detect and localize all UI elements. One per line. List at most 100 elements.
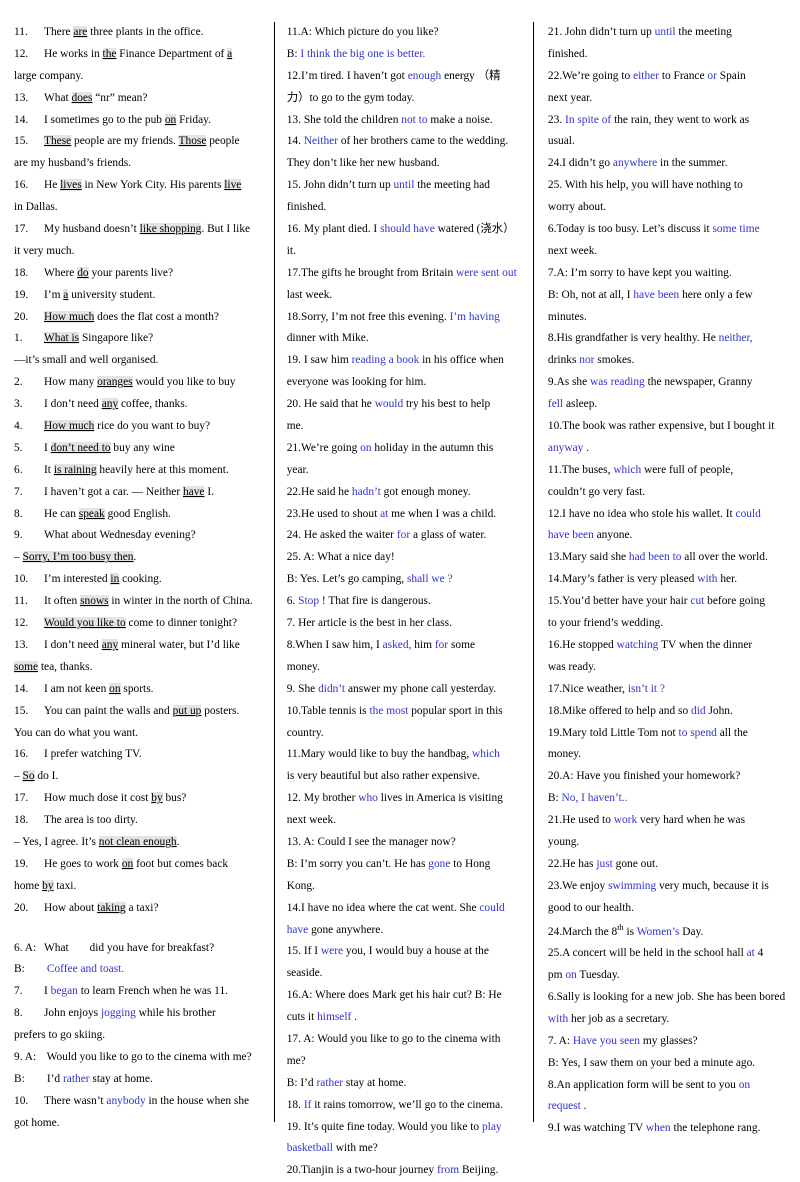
- answer-blue: cut: [690, 595, 705, 608]
- sentence-text: rice do you want to buy?: [94, 420, 211, 433]
- item-number: 20.: [286, 398, 301, 411]
- answer-line: 11.Mary would like to buy the handbag, w…: [287, 744, 521, 766]
- answer-line: is very beautiful but also rather expens…: [287, 766, 521, 788]
- answer-line: young.: [548, 832, 786, 854]
- answer-blue: who: [358, 792, 378, 805]
- sentence-text: young.: [547, 835, 580, 848]
- answer-line: 12. My brother who lives in America is v…: [287, 788, 521, 810]
- answer-line: 7. Her article is the best in her class.: [287, 613, 521, 635]
- sentence-text: He said he: [300, 485, 352, 498]
- answer-underlined: put up: [172, 704, 202, 717]
- answer-line: 7. I began to learn French when he was 11…: [14, 981, 262, 1003]
- sentence-text: the rain, they went to work as: [611, 113, 750, 126]
- sentence-text: country.: [286, 726, 324, 739]
- sentence-text: worry about.: [547, 201, 607, 214]
- sentence-text: next week.: [547, 244, 598, 257]
- answer-line: with her job as a secretary.: [548, 1009, 786, 1031]
- sentence-text: I’m sorry you can’t. He has: [297, 857, 429, 870]
- sentence-text: How much dose it cost: [44, 792, 152, 805]
- item-number: B:: [547, 288, 559, 301]
- answer-blue: In spite of: [562, 113, 612, 126]
- item-number: 23.: [286, 507, 301, 520]
- answer-line: good to our health.: [548, 898, 786, 920]
- sentence-text: posters.: [201, 704, 240, 717]
- answer-blue: until: [393, 179, 415, 192]
- sentence-text: .: [583, 441, 590, 454]
- sentence-text: Friday.: [176, 113, 211, 126]
- sentence-text: got home.: [14, 1116, 60, 1129]
- sentence-text: .: [176, 835, 180, 848]
- item-number: 10.: [14, 1094, 29, 1107]
- sentence-text: Singapore like?: [79, 332, 154, 345]
- sentence-text: A: Could I see the manager now?: [300, 835, 456, 848]
- answer-line: B: Coffee and toast.: [14, 959, 262, 981]
- sentence-text: I.: [204, 485, 214, 498]
- answer-line: 13. She told the children not to make a …: [287, 110, 521, 132]
- answer-blue: for: [396, 529, 411, 542]
- sentence-text: Mary told Little Tom not: [562, 726, 679, 739]
- answer-blue: Coffee and toast.: [44, 963, 125, 976]
- answer-line: B: I think the big one is better.: [287, 44, 521, 66]
- sentence-text: does the flat cost a month?: [94, 310, 219, 323]
- sentence-text: sports.: [120, 682, 154, 695]
- sentence-text: What: [44, 941, 69, 954]
- sentence-text: good English.: [104, 507, 171, 520]
- answer-line: next year.: [548, 88, 786, 110]
- answer-line: 14. I am not keen on sports.: [14, 679, 262, 701]
- sentence-text: I have no idea where the cat went. She: [300, 901, 480, 914]
- answer-underlined: are: [73, 26, 88, 38]
- sentence-text: My plant died. I: [300, 223, 381, 236]
- answer-line: They don’t like her new husband.: [287, 153, 521, 175]
- sentence-text: – Yes, I agree. It’s: [14, 835, 99, 848]
- column-divider-1: [273, 22, 275, 1122]
- item-number: B:: [286, 1076, 298, 1089]
- item-number: 24.: [547, 925, 563, 938]
- answer-line: 8.When I saw him, I asked, him for some: [287, 635, 521, 657]
- sentence-text: usual.: [547, 135, 575, 148]
- item-number: 8.: [14, 507, 23, 520]
- sentence-text: would you like to buy: [132, 376, 236, 389]
- item-number: 11.: [14, 595, 28, 608]
- sentence-text: I’d: [297, 1076, 317, 1089]
- sentence-text: finished.: [286, 201, 327, 214]
- sentence-text: with me?: [332, 1142, 378, 1155]
- answer-blue: didn’t: [318, 682, 346, 695]
- answer-blue: isn’t it ?: [627, 682, 665, 695]
- sentence-text: He: [44, 179, 61, 192]
- sentence-text: What about Wednesday evening?: [44, 529, 196, 542]
- sentence-text: The area is too dirty.: [44, 814, 138, 827]
- sentence-text: Tuesday.: [576, 969, 620, 982]
- answer-line: 14.Mary’s father is very pleased with he…: [548, 569, 786, 591]
- answer-line: 9.As she was reading the newspaper, Gran…: [548, 372, 786, 394]
- answer-blue: Neither: [300, 135, 338, 148]
- answer-line: drinks nor smokes.: [548, 350, 786, 372]
- sentence-text: When I saw him, I: [295, 638, 383, 651]
- answer-line: 18.Mike offered to help and so did John.: [548, 701, 786, 723]
- answer-underlined: speak: [78, 507, 105, 520]
- sentence-text: John enjoys: [44, 1007, 101, 1020]
- answer-line: 6. It is raining heavily here at this mom…: [14, 460, 262, 482]
- answer-line: 力）to go to the gym today.: [287, 88, 521, 110]
- answer-line: 22.He has just gone out.: [548, 854, 786, 876]
- sentence-text: Table tennis is: [300, 704, 370, 717]
- answer-line: – Sorry, I’m too busy then.: [14, 547, 262, 569]
- item-number: B:: [14, 963, 25, 976]
- answer-line: 1. What is Singapore like?: [14, 328, 262, 350]
- answer-blue: could: [735, 507, 761, 520]
- sentence-text: very much, because it is: [656, 879, 769, 892]
- sentence-text: in New York City. His parents: [81, 179, 225, 192]
- sentence-text: to Hong: [450, 857, 491, 870]
- answer-blue: were: [320, 945, 344, 958]
- sentence-text: your parents live?: [88, 266, 174, 279]
- sentence-text: all over the world.: [681, 551, 768, 564]
- answer-line: money.: [287, 657, 521, 679]
- answer-blue: had been to: [628, 551, 682, 564]
- item-number: 7. A:: [547, 1034, 571, 1047]
- item-number: 15.: [547, 595, 563, 608]
- answer-line: B: No, I haven’t..: [548, 788, 786, 810]
- item-number: B:: [547, 792, 559, 805]
- item-number: 9.: [14, 529, 23, 542]
- sentence-text: me.: [286, 420, 304, 433]
- sentence-text: it rains tomorrow, we’ll go to the cinem…: [311, 1098, 504, 1111]
- sentence-text: .: [580, 1100, 587, 1113]
